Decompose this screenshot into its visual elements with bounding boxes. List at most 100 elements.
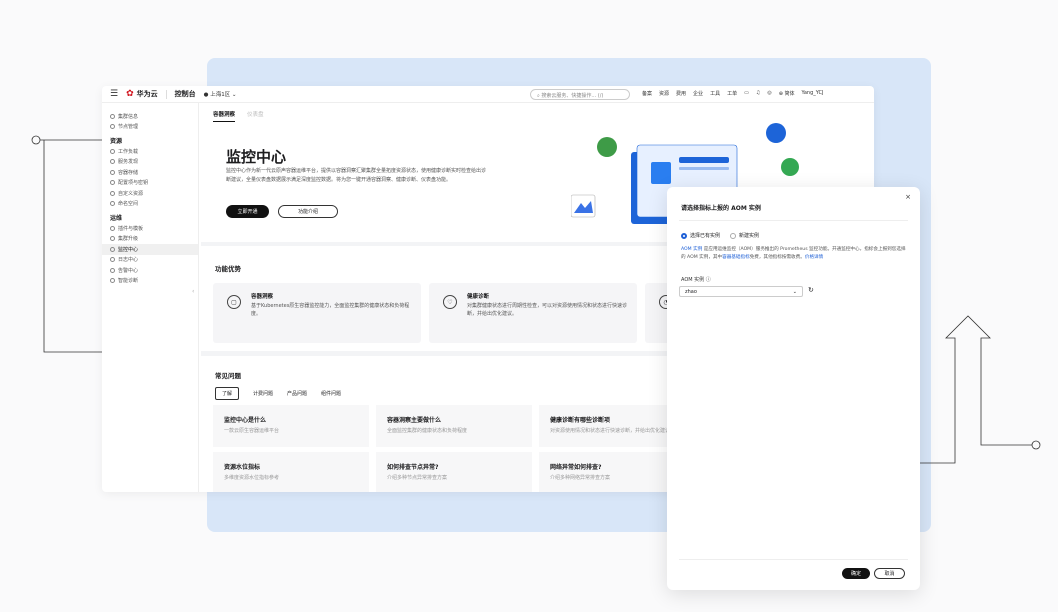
- faq-answer: 多维度资源水位指标参考: [224, 475, 280, 481]
- faq-item[interactable]: 资源水位指标多维度资源水位指标参考: [213, 452, 369, 492]
- faq-tabs: 了解 计费问题 产品问题 组件问题: [215, 387, 341, 400]
- nav-ticket[interactable]: 工单: [727, 90, 737, 97]
- logo[interactable]: ✿ 华为云: [126, 89, 158, 99]
- sidebar-item-label: 配置项与密钥: [118, 180, 149, 187]
- info-text: 免费，其他指标按需收费。: [749, 254, 805, 260]
- price-details-link[interactable]: 价格详情: [805, 255, 823, 260]
- screen-icon[interactable]: ▭: [744, 90, 749, 97]
- faq-tab-billing[interactable]: 计费问题: [253, 390, 273, 397]
- sidebar-item-diagnosis[interactable]: 智能诊断: [110, 276, 190, 287]
- faq-tab-product[interactable]: 产品问题: [287, 390, 307, 397]
- service-icon: [110, 159, 115, 165]
- addon-icon: [110, 225, 115, 231]
- faq-item[interactable]: 容器洞察主要做什么全面监控集群的健康状态和负荷程度: [376, 405, 532, 447]
- feature-desc: 对集群健康状态进行周期性检查，可以对资源使用情况和状态进行快速诊断，并给出优化建…: [467, 303, 628, 317]
- lang-label: 简体: [784, 91, 795, 97]
- divider: [679, 559, 908, 560]
- tab-dashboard[interactable]: 仪表盘: [247, 110, 264, 122]
- confirm-button[interactable]: 确定: [842, 568, 870, 579]
- basic-metrics-link[interactable]: 容器基础指标: [722, 255, 750, 260]
- feature-card-insight[interactable]: ▢ 容器洞察 基于Kubernetes原生容器监控能力，全面监控集群的健康状态和…: [213, 283, 421, 343]
- question-icon[interactable]: ⓘ: [706, 277, 711, 283]
- sidebar-item-crd[interactable]: 自定义资源: [110, 188, 190, 199]
- sidebar-item-label: 节点管理: [118, 124, 139, 131]
- user-menu[interactable]: Yang_YCJ: [801, 90, 823, 97]
- select-value: zhao: [685, 289, 697, 295]
- radio-existing-instance[interactable]: 选择已有实例: [681, 232, 720, 239]
- faq-question: 资源水位指标: [224, 464, 261, 471]
- help-icon[interactable]: ◎: [767, 90, 771, 97]
- nav-beian[interactable]: 备案: [642, 90, 652, 97]
- sidebar-item-label: 集群升级: [118, 236, 139, 243]
- sidebar-section-resources: 资源: [110, 138, 123, 145]
- feature-desc: 基于Kubernetes原生容器监控能力，全面监控集群的健康状态和负荷程度。: [251, 303, 410, 317]
- sidebar-item-label: 命名空间: [118, 201, 139, 208]
- sidebar-item-logs[interactable]: 日志中心: [110, 255, 190, 266]
- refresh-icon[interactable]: ↻: [808, 286, 814, 294]
- faq-title: 常见问题: [215, 372, 241, 380]
- feature-card-health[interactable]: ♡ 健康诊断 对集群健康状态进行周期性检查，可以对资源使用情况和状态进行快速诊断…: [429, 283, 637, 343]
- cancel-button[interactable]: 取消: [874, 568, 905, 579]
- hero-tabs: 容器洞察 仪表盘: [213, 110, 264, 122]
- namespace-icon: [110, 201, 115, 207]
- feature-intro-button[interactable]: 功能介绍: [278, 205, 338, 218]
- radio-unchecked-icon: [730, 232, 737, 239]
- sidebar-item-namespace[interactable]: 命名空间: [110, 199, 190, 210]
- faq-answer: 对资源使用情况和状态进行快速诊断，并给出优化建议: [550, 428, 671, 434]
- sidebar-item-monitor[interactable]: 监控中心: [102, 244, 198, 255]
- sidebar-item-cluster-info[interactable]: 集群信息: [110, 111, 190, 122]
- drawer-title: 请选择指标上报的 AOM 实例: [681, 205, 761, 212]
- upgrade-icon: [110, 236, 115, 242]
- sidebar-item-service[interactable]: 服务发现: [110, 157, 190, 168]
- sidebar-item-config[interactable]: 配置项与密钥: [110, 178, 190, 189]
- page-title: 监控中心: [226, 148, 287, 166]
- search-input[interactable]: ⌕ 搜索云服务、快捷操作... (/): [530, 89, 630, 100]
- enable-now-button[interactable]: 立即开通: [226, 205, 269, 218]
- sidebar-item-alarm[interactable]: 告警中心: [110, 265, 190, 276]
- key-icon: [110, 180, 115, 186]
- sidebar-item-storage[interactable]: 容器存储: [110, 167, 190, 178]
- nav-enterprise[interactable]: 企业: [693, 90, 703, 97]
- sidebar-item-node-mgmt[interactable]: 节点管理: [110, 122, 190, 133]
- radio-label: 选择已有实例: [690, 233, 721, 239]
- crd-icon: [110, 190, 115, 196]
- menu-icon[interactable]: ☰: [110, 89, 118, 99]
- faq-question: 容器洞察主要做什么: [387, 417, 442, 424]
- radio-new-instance[interactable]: 新建实例: [730, 232, 759, 239]
- faq-answer: 一款云原生容器运维平台: [224, 428, 280, 434]
- sidebar-item-label: 工作负载: [118, 148, 139, 155]
- aom-instance-link[interactable]: AOM 实例: [681, 247, 702, 252]
- faq-item[interactable]: 监控中心是什么 一款云原生容器运维平台: [213, 405, 369, 447]
- page-description: 监控中心作为新一代云原声容器运维平台，提供以容器洞察汇聚集群全量拓度资源状态，使…: [226, 168, 487, 183]
- close-icon[interactable]: ×: [905, 193, 911, 201]
- faq-answer: 全面监控集群的健康状态和负荷程度: [387, 428, 468, 434]
- alarm-icon: [110, 267, 115, 273]
- brand-name: 华为云: [136, 90, 158, 98]
- heartbeat-icon: ♡: [443, 295, 457, 309]
- nav-cost[interactable]: 费用: [676, 90, 686, 97]
- sidebar: 集群信息 节点管理 资源 工作负载 服务发现 容器存储 配置项与密钥 自定义资源…: [102, 103, 199, 492]
- features-title: 功能优势: [215, 265, 241, 273]
- region-label: 上海1区: [210, 92, 231, 98]
- sidebar-item-label: 自定义资源: [118, 190, 144, 197]
- instance-radio-group: 选择已有实例 新建实例: [681, 232, 759, 239]
- nav-resource[interactable]: 资源: [659, 90, 669, 97]
- sidebar-item-label: 监控中心: [118, 246, 139, 253]
- aom-instance-select[interactable]: zhao ⌄: [679, 286, 803, 297]
- node-icon: [110, 124, 115, 130]
- sidebar-item-workload[interactable]: 工作负载: [110, 146, 190, 157]
- faq-item[interactable]: 如何排查节点异常? 介绍多种节点异常排查方案: [376, 452, 532, 492]
- tab-container-insight[interactable]: 容器洞察: [213, 110, 236, 122]
- language-selector[interactable]: ⊕ 简体: [779, 90, 795, 97]
- sidebar-item-addons[interactable]: 插件与模板: [110, 223, 190, 234]
- faq-tab-component[interactable]: 组件问题: [321, 390, 341, 397]
- chevron-left-icon[interactable]: ‹: [192, 288, 194, 295]
- bell-icon[interactable]: ♫: [756, 90, 760, 97]
- faq-tab-learn[interactable]: 了解: [215, 387, 240, 400]
- region-selector[interactable]: ● 上海1区 ⌄: [204, 90, 237, 98]
- console-label[interactable]: 控制台: [175, 89, 196, 99]
- sidebar-item-upgrade[interactable]: 集群升级: [110, 234, 190, 245]
- faq-question: 网络异常如何排查?: [550, 464, 602, 471]
- nav-tools[interactable]: 工具: [710, 90, 720, 97]
- faq-question: 如何排查节点异常?: [387, 464, 439, 471]
